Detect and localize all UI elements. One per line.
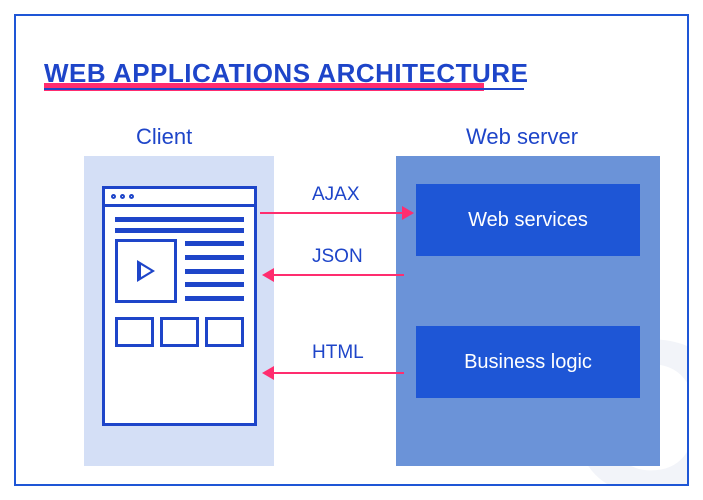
arrow-label-json: JSON (312, 246, 363, 268)
window-dot-icon (111, 194, 116, 199)
browser-window-icon (102, 186, 257, 426)
text-lines-icon (185, 239, 244, 303)
arrow-label-html: HTML (312, 342, 364, 364)
server-column-label: Web server (466, 124, 578, 150)
window-dot-icon (129, 194, 134, 199)
client-column-label: Client (136, 124, 192, 150)
thumbnail-icon (115, 317, 154, 347)
thumbnail-row (115, 317, 244, 347)
browser-titlebar (105, 189, 254, 207)
arrow-html-icon (274, 372, 404, 374)
business-logic-box: Business logic (416, 326, 640, 398)
thumbnail-icon (160, 317, 199, 347)
thumbnail-icon (205, 317, 244, 347)
window-dot-icon (120, 194, 125, 199)
diagram-title: WEB APPLICATIONS ARCHITECTURE (44, 58, 528, 89)
text-lines-icon (115, 217, 244, 233)
browser-body (105, 207, 254, 355)
arrow-ajax-icon (260, 212, 402, 214)
play-icon (137, 260, 155, 282)
media-row (115, 239, 244, 303)
diagram-frame: Q WEB APPLICATIONS ARCHITECTURE Client W… (14, 14, 689, 486)
video-box-icon (115, 239, 177, 303)
web-services-box: Web services (416, 184, 640, 256)
arrow-label-ajax: AJAX (312, 184, 360, 206)
arrow-json-icon (274, 274, 404, 276)
